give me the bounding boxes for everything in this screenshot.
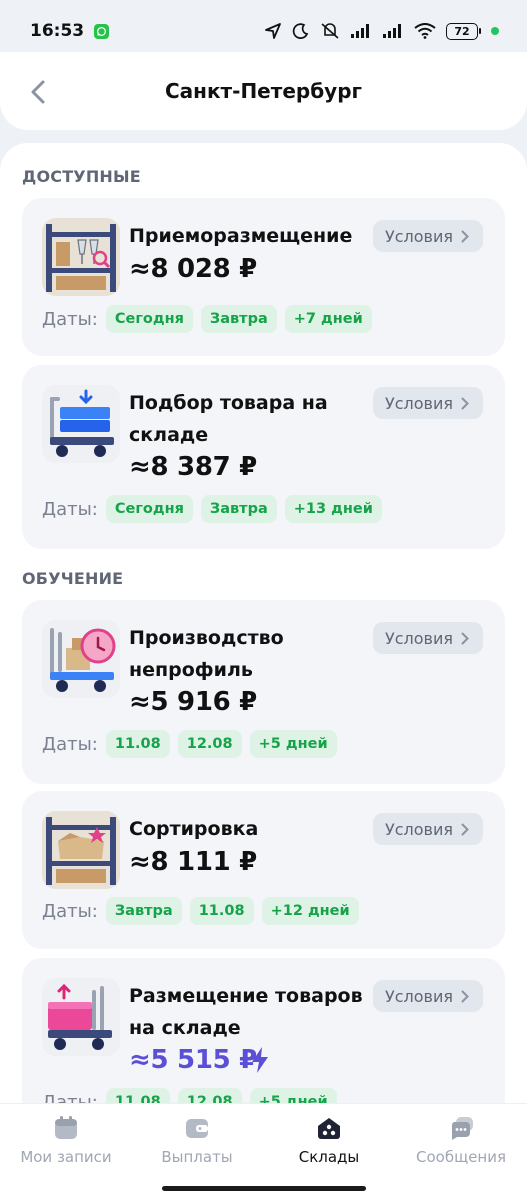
cart-pink-box-icon [42, 978, 120, 1056]
section-label-available: ДОСТУПНЫЕ [22, 167, 141, 186]
chevron-left-icon [31, 80, 45, 104]
dates-row: Даты: Сегодня Завтра +13 дней [42, 495, 382, 523]
chevron-right-icon [461, 632, 469, 644]
date-chip[interactable]: Завтра [105, 897, 182, 925]
date-chip[interactable]: +12 дней [261, 897, 359, 925]
job-card[interactable]: Сортировка ≈8 111 ₽ Условия Даты: Завтра… [22, 791, 505, 949]
conditions-button[interactable]: Условия [372, 387, 483, 419]
card-title: складе [129, 424, 209, 446]
wallet-icon [186, 1119, 208, 1138]
nav-label: Мои записи [20, 1148, 112, 1166]
date-chip[interactable]: Сегодня [105, 305, 193, 333]
conditions-label: Условия [384, 986, 453, 1006]
dates-label: Даты: [42, 308, 98, 330]
page-title: Санкт-Петербург [164, 79, 362, 103]
signal-icon [382, 23, 404, 39]
moon-icon [292, 22, 310, 40]
whatsapp-icon [94, 23, 110, 39]
job-card[interactable]: Размещение товаров на складе ≈5 515 ₽ Ус… [22, 958, 505, 1123]
conditions-button[interactable]: Условия [372, 813, 483, 845]
card-title: на складе [129, 1017, 241, 1039]
card-title: Приеморазмещение [129, 225, 353, 247]
date-chip[interactable]: +7 дней [284, 305, 372, 333]
job-card[interactable]: Приеморазмещение ≈8 028 ₽ Условия Даты: … [22, 198, 505, 356]
card-title: Производство [129, 627, 284, 649]
date-chip[interactable]: Завтра [200, 305, 277, 333]
card-price: ≈8 028 ₽ [129, 254, 257, 284]
shelves-boxes-icon [42, 811, 120, 889]
job-card[interactable]: Подбор товара на складе ≈8 387 ₽ Условия… [22, 365, 505, 549]
date-chip[interactable]: +5 дней [249, 730, 337, 758]
calendar-icon [55, 1116, 77, 1139]
date-chip[interactable]: 11.08 [105, 730, 170, 758]
header: Санкт-Петербург [0, 52, 527, 130]
conditions-label: Условия [384, 819, 453, 839]
section-label-training: ОБУЧЕНИЕ [22, 569, 124, 588]
card-price: ≈5 515 ₽ [129, 1045, 257, 1075]
conditions-label: Условия [384, 226, 453, 246]
date-chip[interactable]: 11.08 [189, 897, 254, 925]
chevron-right-icon [461, 990, 469, 1002]
card-title: Сортировка [129, 818, 259, 840]
nav-label: Склады [298, 1148, 360, 1166]
card-price: ≈5 916 ₽ [129, 687, 257, 717]
date-chip[interactable]: +13 дней [284, 495, 382, 523]
card-title: непрофиль [129, 659, 253, 681]
home-indicator[interactable] [162, 1186, 366, 1191]
indicator-dot [491, 27, 499, 35]
dates-label: Даты: [42, 498, 98, 520]
cart-boxes-icon [42, 385, 120, 463]
conditions-label: Условия [384, 393, 453, 413]
conditions-label: Условия [384, 628, 453, 648]
nav-label: Сообщения [415, 1148, 506, 1166]
job-card[interactable]: Производство непрофиль ≈5 916 ₽ Условия … [22, 600, 505, 784]
card-title: Подбор товара на [129, 392, 328, 414]
conditions-button[interactable]: Условия [372, 622, 483, 654]
date-chip[interactable]: 12.08 [177, 730, 242, 758]
chevron-right-icon [461, 230, 469, 242]
battery-icon: 72 [446, 22, 481, 40]
dates-label: Даты: [42, 733, 98, 755]
nav-item-warehouses[interactable]: Склады [264, 1114, 394, 1166]
nav-item-messages[interactable]: Сообщения [396, 1114, 526, 1166]
mute-icon [320, 22, 340, 40]
lightning-icon [249, 1046, 271, 1078]
nav-item-my-bookings[interactable]: Мои записи [1, 1114, 131, 1166]
nav-item-payments[interactable]: Выплаты [132, 1114, 262, 1166]
back-button[interactable] [22, 74, 54, 110]
dates-label: Даты: [42, 900, 98, 922]
card-title: Размещение товаров [129, 985, 363, 1007]
cart-clock-icon [42, 620, 120, 698]
signal-icon [350, 23, 372, 39]
dates-row: Даты: Завтра 11.08 +12 дней [42, 897, 359, 925]
date-chip[interactable]: Сегодня [105, 495, 193, 523]
chevron-right-icon [461, 823, 469, 835]
status-time: 16:53 [30, 21, 85, 41]
location-icon [264, 22, 282, 40]
chat-icon [451, 1117, 473, 1140]
battery-level: 72 [446, 22, 478, 40]
shelves-glasses-icon [42, 218, 120, 296]
chevron-right-icon [461, 397, 469, 409]
warehouse-icon [318, 1118, 340, 1139]
wifi-icon [414, 23, 436, 39]
nav-label: Выплаты [161, 1148, 233, 1166]
card-price: ≈8 387 ₽ [129, 452, 257, 482]
conditions-button[interactable]: Условия [372, 220, 483, 252]
date-chip[interactable]: Завтра [200, 495, 277, 523]
dates-row: Даты: 11.08 12.08 +5 дней [42, 730, 337, 758]
conditions-button[interactable]: Условия [372, 980, 483, 1012]
warehouse-list[interactable]: ДОСТУПНЫЕ Приеморазмещение ≈8 028 ₽ Усло… [0, 143, 527, 1123]
card-price: ≈8 111 ₽ [129, 847, 257, 877]
dates-row: Даты: Сегодня Завтра +7 дней [42, 305, 372, 333]
